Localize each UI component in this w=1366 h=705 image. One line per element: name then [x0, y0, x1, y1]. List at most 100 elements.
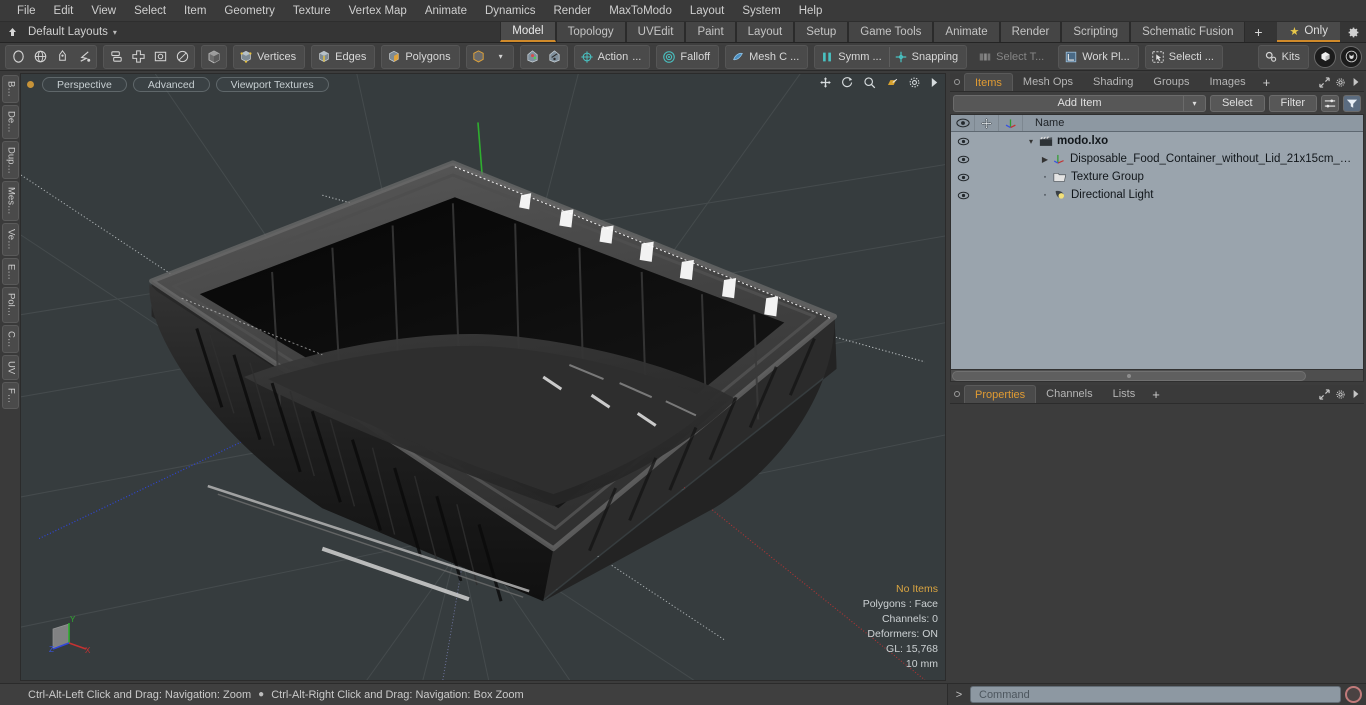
modo-cube-logo[interactable] [1314, 45, 1336, 68]
properties-panel-body[interactable] [950, 404, 1364, 681]
menu-item-system[interactable]: System [733, 0, 789, 22]
list-item[interactable]: Disposable_Food_Container_without_Lid_21… [1053, 153, 1363, 165]
falloff-group[interactable]: Falloff [656, 44, 720, 69]
gear-icon[interactable] [1340, 22, 1366, 42]
selection-mode-polygons[interactable]: Polygons [381, 44, 460, 69]
add-properties-tab-button[interactable]: + [1145, 385, 1167, 403]
menu-item-render[interactable]: Render [544, 0, 600, 22]
tab-model[interactable]: Model [500, 22, 556, 42]
lasso-icon[interactable] [73, 46, 95, 68]
menu-item-dynamics[interactable]: Dynamics [476, 0, 544, 22]
list-options-icon[interactable] [1321, 94, 1339, 112]
items-mode-dropdown[interactable]: ▾ [490, 46, 512, 68]
symmetry-group[interactable]: Symm ... Snapping [814, 44, 968, 69]
layout-selector[interactable]: Default Layouts ▾ [24, 22, 127, 42]
tab-animate[interactable]: Animate [933, 22, 1000, 42]
add-item-button[interactable]: Add Item ▾ [953, 94, 1206, 112]
rotate-icon[interactable] [841, 76, 854, 89]
square-dot-icon[interactable] [149, 46, 171, 68]
table-row[interactable]: ▪ Directional Light [951, 186, 1363, 204]
selection-mode-vertices[interactable]: Vertices [233, 44, 306, 69]
zoom-icon[interactable] [863, 76, 876, 89]
mesh-constraint-group[interactable]: Mesh C ... [725, 44, 809, 69]
cross-icon[interactable] [127, 46, 149, 68]
mesh-constraint-button[interactable]: Mesh C ... [727, 46, 806, 68]
funnel-icon[interactable] [1343, 94, 1361, 112]
menu-item-edit[interactable]: Edit [45, 0, 83, 22]
circle-icon[interactable] [7, 46, 29, 68]
eye-icon[interactable] [951, 115, 975, 131]
dual-box-icon[interactable] [105, 46, 127, 68]
column-header-name[interactable]: Name [1023, 115, 1363, 131]
tab-paint[interactable]: Paint [685, 22, 736, 42]
command-input[interactable]: Command [970, 686, 1341, 703]
viewport-projection-selector[interactable]: Perspective [42, 76, 127, 92]
home-arrow-icon[interactable] [0, 22, 24, 42]
vtab-fusion[interactable]: F… [1, 382, 19, 410]
viewport-textures-selector[interactable]: Viewport Textures [215, 76, 329, 92]
menu-item-item[interactable]: Item [175, 0, 215, 22]
tab-scripting[interactable]: Scripting [1061, 22, 1131, 42]
tab-properties[interactable]: Properties [964, 385, 1037, 403]
pivot-icon[interactable] [544, 46, 566, 68]
list-item[interactable]: Directional Light [1053, 189, 1363, 201]
add-panel-tab-button[interactable]: + [1256, 73, 1278, 91]
panel-gear-icon[interactable] [1332, 385, 1348, 403]
vtab-basic[interactable]: B… [1, 75, 19, 103]
row-visibility-toggle[interactable] [951, 191, 975, 200]
tab-lists[interactable]: Lists [1102, 385, 1146, 403]
falloff-button[interactable]: Falloff [658, 46, 717, 68]
polygons-mode-button[interactable]: Polygons [383, 46, 457, 68]
3d-viewport[interactable]: Perspective Advanced Viewport Textures Y… [20, 73, 946, 681]
items-mode-group[interactable]: ▾ [465, 44, 514, 69]
tab-channels[interactable]: Channels [1036, 385, 1103, 403]
menu-item-maxtomodo[interactable]: MaxToModo [600, 0, 681, 22]
add-item-dropdown-icon[interactable]: ▾ [1182, 95, 1205, 111]
globe-icon[interactable] [29, 46, 51, 68]
kits-group[interactable]: Kits [1257, 44, 1309, 69]
selection-set-group[interactable]: Selecti ... [1144, 44, 1223, 69]
record-circle-icon[interactable] [1345, 686, 1362, 703]
menu-item-help[interactable]: Help [790, 0, 832, 22]
panel-gear-icon[interactable] [1332, 73, 1348, 91]
menu-item-geometry[interactable]: Geometry [215, 0, 284, 22]
menu-item-layout[interactable]: Layout [681, 0, 734, 22]
select-through-button[interactable]: Select T... [974, 46, 1051, 68]
table-row[interactable]: ▶ Disposable_Food_Container_without_Lid_… [951, 150, 1363, 168]
menu-item-select[interactable]: Select [125, 0, 175, 22]
panel-maximize-icon[interactable] [1316, 385, 1332, 403]
settings-gear-icon[interactable] [908, 76, 921, 89]
item-list[interactable]: Name ▾ modo.lxo ▶ Disposable_Food_Contai… [950, 114, 1364, 382]
axis-icon[interactable] [999, 115, 1023, 131]
work-plane-button[interactable]: Work Pl... [1060, 46, 1136, 68]
list-item[interactable]: modo.lxo [1039, 135, 1363, 147]
tab-topology[interactable]: Topology [555, 22, 626, 42]
snapping-button[interactable]: Snapping [890, 46, 966, 68]
tab-schematic-fusion[interactable]: Schematic Fusion [1130, 22, 1246, 42]
tab-uvedit[interactable]: UVEdit [625, 22, 686, 42]
vtab-edge[interactable]: E… [1, 257, 19, 286]
only-toggle-button[interactable]: ★ Only [1277, 22, 1340, 42]
vtab-polygon[interactable]: Pol… [1, 287, 19, 323]
tab-mesh-ops[interactable]: Mesh Ops [1012, 73, 1084, 91]
action-center-button[interactable]: Action ... [576, 46, 649, 68]
expand-arrow-icon[interactable] [930, 77, 939, 88]
vertices-mode-button[interactable]: Vertices [235, 46, 303, 68]
menu-item-view[interactable]: View [82, 0, 125, 22]
tab-shading[interactable]: Shading [1083, 73, 1144, 91]
vtab-curve[interactable]: C… [1, 324, 19, 353]
kits-button[interactable]: Kits [1260, 46, 1307, 68]
tab-layout[interactable]: Layout [735, 22, 795, 42]
action-center-group[interactable]: Action ... [573, 44, 651, 69]
item-list-body[interactable]: ▾ modo.lxo ▶ Disposable_Food_Container_w… [951, 132, 1363, 369]
tab-game-tools[interactable]: Game Tools [848, 22, 934, 42]
cube-icon[interactable] [203, 46, 225, 68]
edges-mode-button[interactable]: Edges [313, 46, 373, 68]
menu-item-vertex-map[interactable]: Vertex Map [340, 0, 416, 22]
panel-expand-arrow-icon[interactable] [1348, 73, 1364, 91]
menu-item-animate[interactable]: Animate [416, 0, 476, 22]
unreal-logo[interactable] [1340, 45, 1362, 68]
tab-setup[interactable]: Setup [794, 22, 849, 42]
selection-set-button[interactable]: Selecti ... [1147, 46, 1221, 68]
vtab-mesh-edit[interactable]: Mes… [1, 181, 19, 221]
